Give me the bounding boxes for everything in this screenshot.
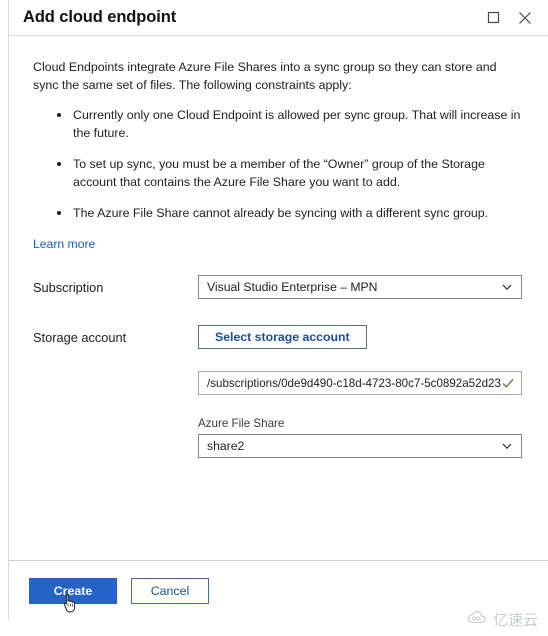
chevron-down-icon <box>501 440 513 452</box>
subscription-select[interactable]: Visual Studio Enterprise – MPN <box>198 275 522 299</box>
checkmark-icon <box>501 376 515 390</box>
endpoint-form: Subscription Visual Studio Enterprise – … <box>33 275 524 458</box>
subscription-label: Subscription <box>33 280 104 295</box>
learn-more-link[interactable]: Learn more <box>33 237 95 251</box>
list-item: Currently only one Cloud Endpoint is all… <box>57 106 524 142</box>
storage-account-row: Storage account Select storage account /… <box>33 325 524 458</box>
storage-account-control: Select storage account /subscriptions/0d… <box>198 325 524 458</box>
list-item: The Azure File Share cannot already be s… <box>57 204 524 222</box>
intro-text: Cloud Endpoints integrate Azure File Sha… <box>33 60 497 92</box>
constraints-list: Currently only one Cloud Endpoint is all… <box>33 106 524 222</box>
azure-file-share-field: Azure File Share share2 <box>198 417 524 458</box>
create-button[interactable]: Create <box>29 577 117 604</box>
watermark: 亿速云 <box>467 609 538 630</box>
dialog-titlebar: Add cloud endpoint <box>9 0 548 36</box>
list-item: To set up sync, you must be a member of … <box>57 155 524 191</box>
storage-account-path-value: /subscriptions/0de9d490-c18d-4723-80c7-5… <box>207 376 501 390</box>
maximize-square-icon[interactable] <box>478 5 508 31</box>
window-controls <box>478 5 548 31</box>
watermark-text: 亿速云 <box>492 611 538 629</box>
storage-account-label: Storage account <box>33 330 127 345</box>
dialog-content: Cloud Endpoints integrate Azure File Sha… <box>9 36 548 458</box>
azure-file-share-label: Azure File Share <box>198 417 285 430</box>
add-cloud-endpoint-dialog: Add cloud endpoint Cloud Endpoints integ… <box>8 0 548 620</box>
storage-account-path-field[interactable]: /subscriptions/0de9d490-c18d-4723-80c7-5… <box>198 371 522 395</box>
subscription-row: Subscription Visual Studio Enterprise – … <box>33 275 524 299</box>
close-x-icon[interactable] <box>510 5 540 31</box>
cancel-button[interactable]: Cancel <box>131 577 209 604</box>
cloud-icon <box>467 610 489 630</box>
azure-file-share-select[interactable]: share2 <box>198 434 522 458</box>
subscription-selected-value: Visual Studio Enterprise – MPN <box>207 280 378 294</box>
chevron-down-icon <box>501 281 513 293</box>
page-title: Add cloud endpoint <box>23 8 177 26</box>
select-storage-account-button[interactable]: Select storage account <box>198 325 367 349</box>
subscription-control: Visual Studio Enterprise – MPN <box>198 275 524 299</box>
azure-file-share-selected-value: share2 <box>207 439 245 453</box>
